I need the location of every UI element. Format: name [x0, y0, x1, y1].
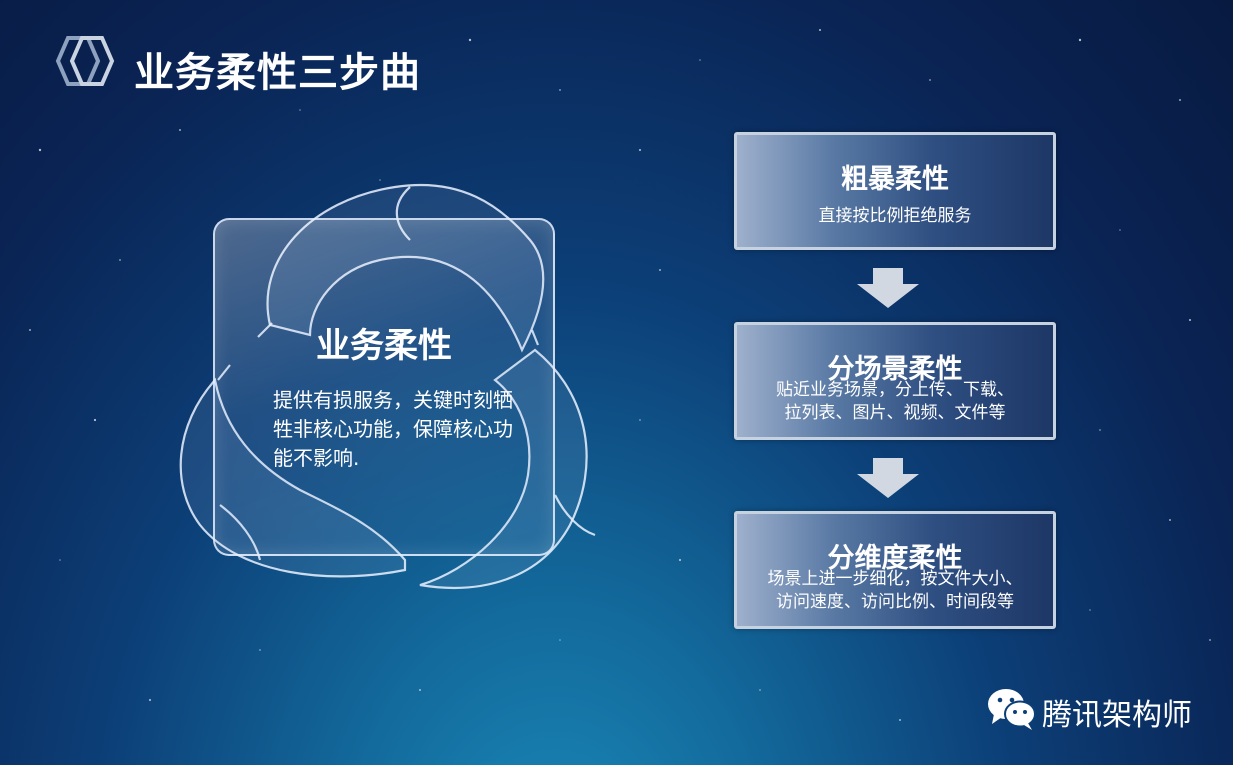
- page-title: 业务柔性三步曲: [134, 50, 421, 96]
- hexagon-logo-icon: [55, 36, 115, 86]
- step-title: 粗暴柔性: [841, 164, 949, 195]
- step-card-scenario: 分场景柔性 贴近业务场景，分上传、下载、 拉列表、图片、视频、文件等: [734, 322, 1056, 440]
- step-description: 场景上进一步细化，按文件大小、 访问速度、访问比例、时间段等: [737, 568, 1053, 614]
- step-description-line: 访问速度、访问比例、时间段等: [776, 592, 1014, 612]
- center-title: 业务柔性: [316, 326, 452, 366]
- step-card-dimension: 分维度柔性 场景上进一步细化，按文件大小、 访问速度、访问比例、时间段等: [734, 511, 1056, 629]
- step-description: 直接按比例拒绝服务: [818, 206, 972, 226]
- center-description: 提供有损服务，关键时刻牺牲非核心功能，保障核心功能不影响.: [273, 388, 513, 470]
- center-concept-card: 业务柔性 提供有损服务，关键时刻牺牲非核心功能，保障核心功能不影响.: [213, 218, 555, 556]
- brand-name: 腾讯架构师: [1042, 698, 1192, 733]
- arrow-down-icon: [857, 458, 919, 498]
- step-description-line: 贴近业务场景，分上传、下载、: [776, 380, 1014, 400]
- step-description-line: 拉列表、图片、视频、文件等: [784, 403, 1006, 423]
- arrow-down-icon: [857, 268, 919, 308]
- step-description: 贴近业务场景，分上传、下载、 拉列表、图片、视频、文件等: [737, 379, 1053, 425]
- step-description-line: 场景上进一步细化，按文件大小、: [767, 569, 1023, 589]
- wechat-icon: [988, 689, 1036, 730]
- step-card-rough: 粗暴柔性 直接按比例拒绝服务: [734, 132, 1056, 250]
